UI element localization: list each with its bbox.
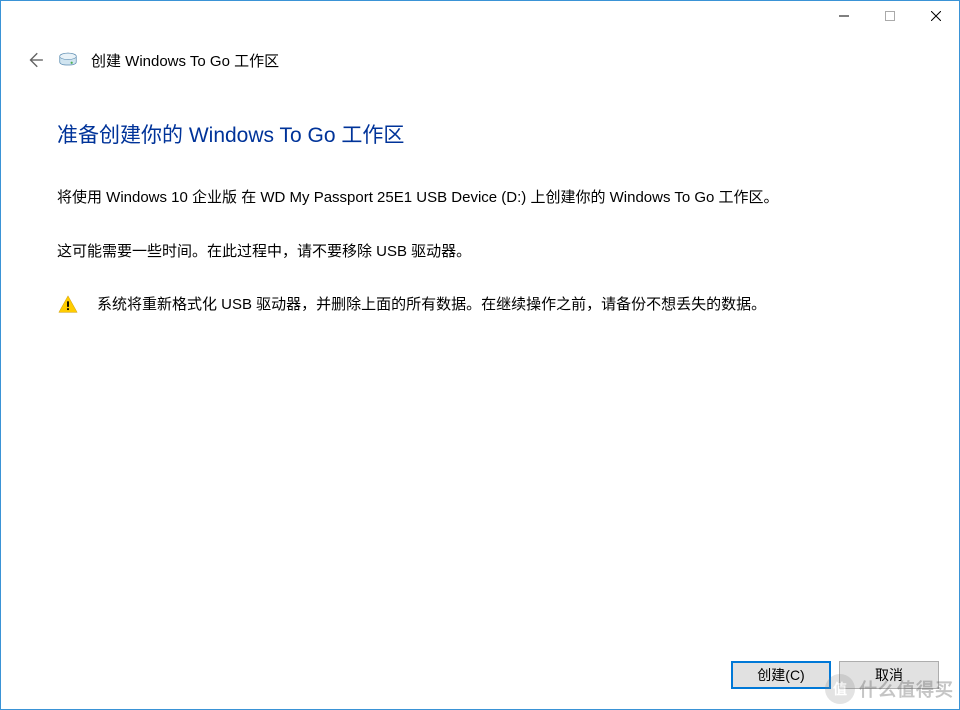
footer: 创建(C) 取消 <box>1 645 959 709</box>
minimize-icon <box>839 11 849 21</box>
warning-row: 系统将重新格式化 USB 驱动器，并删除上面的所有数据。在继续操作之前，请备份不… <box>57 292 903 318</box>
warning-text: 系统将重新格式化 USB 驱动器，并删除上面的所有数据。在继续操作之前，请备份不… <box>97 292 766 318</box>
warning-icon <box>57 294 79 316</box>
back-button[interactable] <box>25 50 45 70</box>
titlebar-controls <box>821 1 959 31</box>
wizard-window: 创建 Windows To Go 工作区 准备创建你的 Windows To G… <box>0 0 960 710</box>
back-arrow-icon <box>26 51 44 69</box>
description-text-1: 将使用 Windows 10 企业版 在 WD My Passport 25E1… <box>57 185 903 211</box>
create-button[interactable]: 创建(C) <box>731 661 831 689</box>
header-row: 创建 Windows To Go 工作区 <box>1 33 959 79</box>
close-icon <box>931 11 941 21</box>
main-heading: 准备创建你的 Windows To Go 工作区 <box>57 119 903 149</box>
content-area: 准备创建你的 Windows To Go 工作区 将使用 Windows 10 … <box>1 79 959 645</box>
close-button[interactable] <box>913 1 959 31</box>
header-title: 创建 Windows To Go 工作区 <box>91 50 279 71</box>
cancel-button[interactable]: 取消 <box>839 661 939 689</box>
titlebar <box>1 1 959 33</box>
drive-icon <box>57 49 79 71</box>
minimize-button[interactable] <box>821 1 867 31</box>
maximize-icon <box>885 11 895 21</box>
description-text-2: 这可能需要一些时间。在此过程中，请不要移除 USB 驱动器。 <box>57 239 903 265</box>
maximize-button <box>867 1 913 31</box>
